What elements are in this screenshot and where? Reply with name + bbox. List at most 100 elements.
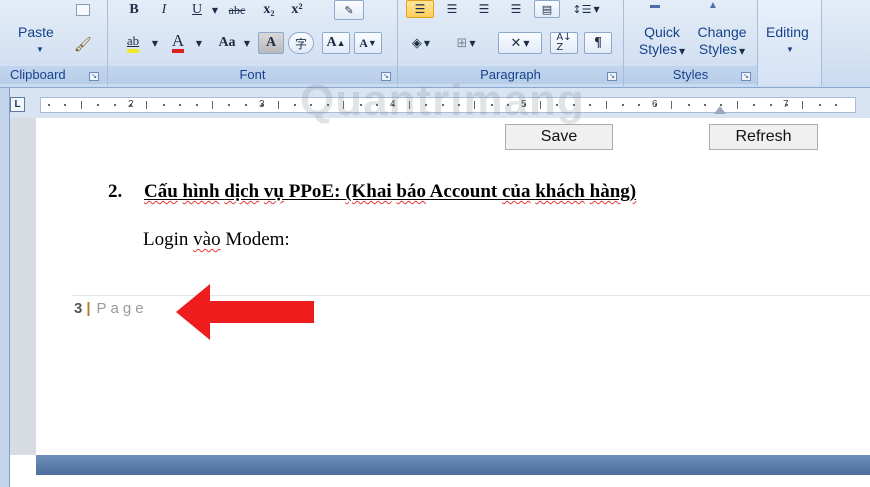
ruler-number: 2 xyxy=(128,99,134,110)
sort-button[interactable]: A↓ Z xyxy=(550,32,578,54)
heading-word: khách xyxy=(535,181,585,202)
ruler-tick xyxy=(114,104,116,106)
styles-launcher-icon[interactable]: ↘ xyxy=(741,72,751,81)
paragraph-launcher-icon[interactable]: ↘ xyxy=(607,72,617,81)
styles-group-label: Styles xyxy=(624,66,757,84)
ruler-tick xyxy=(671,101,672,109)
page-footer[interactable]: 3 | Page xyxy=(74,300,148,317)
change-styles-dropdown-icon: ▼ xyxy=(738,47,746,56)
ruler-tick xyxy=(48,104,50,106)
heading-word: báo xyxy=(396,181,426,202)
body-suffix: Modem: xyxy=(225,229,290,250)
ruler-tick xyxy=(704,104,706,106)
grow-font-button[interactable]: A ▲ xyxy=(322,32,350,54)
grow-caret-icon: ▲ xyxy=(336,38,346,48)
asian-layout-button[interactable]: ✕ ▼ xyxy=(498,32,542,54)
body-prefix: Login xyxy=(143,229,189,250)
change-case-dropdown-icon[interactable]: ▼ xyxy=(240,32,252,54)
change-styles-line2: Styles xyxy=(698,41,737,57)
heading-word: (Khai xyxy=(345,181,392,202)
ruler-tick xyxy=(819,104,821,106)
copy-icon[interactable] xyxy=(76,4,90,16)
ruler-tick xyxy=(770,104,772,106)
ruler-tick xyxy=(163,104,165,106)
ruler-tick xyxy=(179,104,181,106)
show-marks-button[interactable]: ¶ xyxy=(584,32,612,54)
footer-page-number: 3 xyxy=(74,300,83,317)
strikethrough-button[interactable]: abc xyxy=(222,0,252,20)
borders-button[interactable]: ⊞ ▼ xyxy=(446,32,486,54)
save-button[interactable]: Save xyxy=(505,124,613,150)
align-center-button[interactable]: ☰ xyxy=(438,0,466,18)
right-indent-marker[interactable] xyxy=(714,106,726,114)
styles-group: ▬ ▲ Quick Styles ▼ Change Styles ▼ Styles … xyxy=(624,0,758,86)
ruler-tick xyxy=(294,104,296,106)
quick-styles-dropdown-icon: ▼ xyxy=(678,47,686,56)
clear-formatting-button[interactable]: ✎ xyxy=(334,0,364,20)
highlight-dropdown-icon[interactable]: ▼ xyxy=(148,32,160,54)
change-case-button[interactable]: Aa xyxy=(212,32,242,54)
ruler-tick xyxy=(212,101,213,109)
editing-dropdown-icon[interactable]: ▼ xyxy=(786,45,794,54)
ruler-tick xyxy=(278,101,279,109)
ruler-tick xyxy=(835,104,837,106)
font-color-button[interactable]: A xyxy=(166,32,190,54)
quick-styles-icon: ▬ xyxy=(650,0,660,11)
shrink-font-button[interactable]: A ▼ xyxy=(354,32,382,54)
ruler-tick xyxy=(589,104,591,106)
font-color-dropdown-icon[interactable]: ▼ xyxy=(192,32,204,54)
quick-styles-line1: Quick xyxy=(644,24,680,40)
heading-text: Cấu hình dịch vụ PPoE: (Khai báo Account… xyxy=(144,181,636,202)
change-styles-icon: ▲ xyxy=(708,0,718,11)
underline-button[interactable]: U xyxy=(184,0,210,20)
ruler-tick xyxy=(228,104,230,106)
heading-word: Account xyxy=(429,181,498,202)
heading-word: vụ xyxy=(263,181,284,202)
highlight-button[interactable]: ab xyxy=(118,32,148,54)
ruler-tick xyxy=(753,104,755,106)
change-styles-button[interactable]: Change Styles ▼ xyxy=(692,24,752,60)
tab-selector-button[interactable]: L xyxy=(10,97,25,112)
ruler-tick xyxy=(97,104,99,106)
line-spacing-button[interactable]: ↕☰ ▼ xyxy=(566,0,606,18)
section-heading[interactable]: 2. Cấu hình dịch vụ PPoE: (Khai báo Accou… xyxy=(108,181,636,203)
heading-word: hàng) xyxy=(589,181,637,202)
ruler-tick xyxy=(146,101,147,109)
quick-styles-button[interactable]: Quick Styles ▼ xyxy=(634,24,690,60)
body-paragraph[interactable]: Login vào Modem: xyxy=(143,229,290,251)
document-page[interactable] xyxy=(36,118,870,455)
ruler-tick xyxy=(196,104,198,106)
paste-button[interactable]: Paste xyxy=(18,24,54,40)
distributed-button[interactable]: ▤ xyxy=(534,0,560,18)
superscript-button[interactable]: x² xyxy=(284,0,310,20)
bold-button[interactable]: B xyxy=(122,0,146,20)
subscript-button[interactable]: x₂ xyxy=(256,0,282,20)
red-arrow-icon xyxy=(176,284,314,340)
refresh-button[interactable]: Refresh xyxy=(709,124,818,150)
enclose-characters-button[interactable]: 字 xyxy=(288,32,314,54)
paragraph-group: ☰ ☰ ☰ ☰ ▤ ↕☰ ▼ ◈ ▼ ⊞ ▼ ✕ ▼ A↓ Z ¶ Paragraph ↘ xyxy=(398,0,624,86)
underline-dropdown-icon[interactable]: ▼ xyxy=(208,0,220,20)
justify-button[interactable]: ☰ xyxy=(502,0,530,18)
character-shading-button[interactable]: A xyxy=(258,32,284,54)
clipboard-launcher-icon[interactable]: ↘ xyxy=(89,72,99,81)
body-word-misspelled: vào xyxy=(193,229,221,250)
editing-button[interactable]: Editing xyxy=(766,24,809,40)
ribbon: Paste ▼ 🖌 Clipboard ↘ B I U ▼ abc x₂ x² … xyxy=(0,0,870,88)
ruler-tick xyxy=(81,101,82,109)
bottom-edge xyxy=(10,475,870,487)
paste-dropdown-icon[interactable]: ▼ xyxy=(36,45,44,54)
italic-button[interactable]: I xyxy=(152,0,176,20)
heading-number: 2. xyxy=(108,181,123,202)
format-painter-icon[interactable]: 🖌 xyxy=(74,36,92,53)
status-band xyxy=(36,455,870,475)
clipboard-group: Paste ▼ 🖌 Clipboard ↘ xyxy=(0,0,108,86)
ruler-number: 3 xyxy=(259,99,265,110)
align-left-button[interactable]: ☰ xyxy=(406,0,434,18)
heading-word: hình xyxy=(182,181,220,202)
align-right-button[interactable]: ☰ xyxy=(470,0,498,18)
shading-button[interactable]: ◈ ▼ xyxy=(406,32,436,54)
editing-group: Editing ▼ xyxy=(758,0,822,86)
ruler-tick xyxy=(606,101,607,109)
watermark-logo: Quantrimang xyxy=(300,76,585,126)
